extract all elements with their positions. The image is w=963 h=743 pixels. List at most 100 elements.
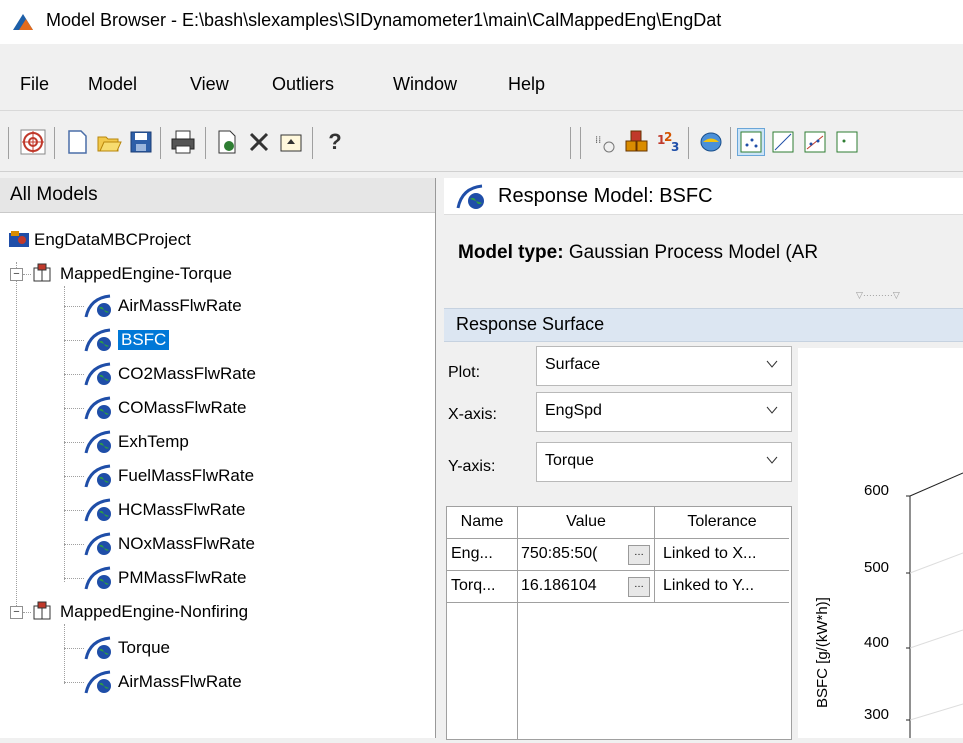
- tree-item-label: ExhTemp: [118, 432, 189, 451]
- tree-item-comassflwrate[interactable]: COMassFlwRate: [64, 396, 424, 420]
- response-model-icon: [84, 532, 111, 556]
- table-cell-tolerance[interactable]: Linked to X...: [655, 539, 789, 571]
- table-cell-name: Torq...: [447, 571, 518, 603]
- tree-item-label: PMMassFlwRate: [118, 568, 247, 587]
- format-icon[interactable]: ⁞⁞: [592, 129, 618, 155]
- x-axis-label: X-axis:: [448, 406, 497, 423]
- y-axis-label: Y-axis:: [448, 458, 496, 475]
- print-icon[interactable]: [170, 129, 196, 155]
- response-model-icon: [84, 362, 111, 386]
- tree-group-nonfiring[interactable]: − MappedEngine-Nonfiring: [10, 600, 430, 624]
- new-icon[interactable]: [64, 129, 90, 155]
- tree-item-label: AirMassFlwRate: [118, 296, 242, 315]
- tree-item-label: FuelMassFlwRate: [118, 466, 255, 485]
- target-icon[interactable]: [20, 129, 46, 155]
- menu-window[interactable]: Window: [393, 74, 457, 95]
- table-cell-name: Eng...: [447, 539, 518, 571]
- numbers-icon[interactable]: 1 2 3: [656, 129, 682, 155]
- column-header-tolerance[interactable]: Tolerance: [655, 507, 789, 539]
- chevron-down-icon: [766, 360, 778, 368]
- tree-item-label: COMassFlwRate: [118, 398, 247, 417]
- edit-doc-icon[interactable]: [214, 129, 240, 155]
- blocks-icon[interactable]: [624, 129, 650, 155]
- group-label: MappedEngine-Nonfiring: [60, 602, 249, 621]
- response-model-icon: [84, 464, 111, 488]
- project-label: EngDataMBCProject: [34, 230, 191, 249]
- save-icon[interactable]: [128, 129, 154, 155]
- tree-item-airmassflwrate[interactable]: AirMassFlwRate: [64, 294, 424, 318]
- response-surface-title: Response Surface: [456, 314, 605, 334]
- model-type-label: Model type:: [458, 242, 564, 263]
- help-icon[interactable]: ?: [322, 129, 348, 155]
- window-title: Model Browser - E:\bash\slexamples\SIDyn…: [46, 10, 722, 30]
- table-cell-value[interactable]: 16.186104 …: [518, 571, 655, 603]
- plot-type-select[interactable]: Surface: [536, 346, 792, 386]
- response-model-icon: [84, 636, 111, 660]
- delete-icon[interactable]: [246, 129, 272, 155]
- plot-label: Plot:: [448, 364, 481, 381]
- test-plan-icon: [33, 601, 51, 620]
- tree-item-label: AirMassFlwRate: [118, 672, 242, 691]
- table-cell-tolerance[interactable]: Linked to Y...: [655, 571, 789, 603]
- y-tick-label: 600: [864, 482, 890, 499]
- tree-item-label: BSFC: [118, 330, 170, 350]
- menu-help[interactable]: Help: [508, 74, 545, 95]
- diag-view-icon[interactable]: [770, 129, 796, 155]
- y-tick-label: 500: [864, 559, 890, 576]
- response-model-icon: [84, 498, 111, 522]
- chevron-down-icon: [766, 456, 778, 464]
- scatter-more-icon[interactable]: [834, 129, 860, 155]
- column-header-name[interactable]: Name: [447, 507, 518, 539]
- tree-item-fuelmassflwrate[interactable]: FuelMassFlwRate: [64, 464, 424, 488]
- plot-type-value: Surface: [545, 356, 601, 373]
- line-view-icon[interactable]: [802, 129, 828, 155]
- response-header: Response Model: BSFC: [444, 178, 963, 215]
- menu-bar: File Model View Outliers Window Help: [0, 70, 963, 100]
- response-model-icon: [84, 328, 111, 352]
- tree-item-bsfc[interactable]: BSFC: [64, 328, 424, 352]
- column-header-value[interactable]: Value: [518, 507, 655, 539]
- collapse-icon[interactable]: −: [10, 268, 23, 281]
- tree-item-torque[interactable]: Torque: [64, 636, 424, 660]
- response-surface-header: Response Surface: [444, 308, 963, 342]
- svg-text:⁞⁞: ⁞⁞: [595, 135, 601, 146]
- layers-icon[interactable]: [698, 129, 724, 155]
- splitter-handle[interactable]: ▽··········▽: [856, 290, 926, 300]
- project-icon: [9, 231, 29, 247]
- tree-item-hcmassflwrate[interactable]: HCMassFlwRate: [64, 498, 424, 522]
- menu-file[interactable]: File: [20, 74, 49, 95]
- tree-item-pmmassflwrate[interactable]: PMMassFlwRate: [64, 566, 424, 590]
- y-axis-select[interactable]: Torque: [536, 442, 792, 482]
- tree-item-label: Torque: [118, 638, 170, 657]
- tree-item-label: HCMassFlwRate: [118, 500, 246, 519]
- response-model-panel: Response Model: BSFC Model type: Gaussia…: [444, 178, 963, 740]
- up-folder-icon[interactable]: [278, 129, 304, 155]
- table-cell-value[interactable]: 750:85:50( …: [518, 539, 655, 571]
- y-axis-title: BSFC [g/(kW*h)]: [814, 597, 831, 708]
- response-model-icon: [84, 294, 111, 318]
- x-axis-value: EngSpd: [545, 402, 602, 419]
- tree-item-co2massflwrate[interactable]: CO2MassFlwRate: [64, 362, 424, 386]
- tree-item-airmassflwrate[interactable]: AirMassFlwRate: [64, 670, 424, 694]
- chevron-down-icon: [766, 406, 778, 414]
- tree-item-noxmassflwrate[interactable]: NOxMassFlwRate: [64, 532, 424, 556]
- menu-view[interactable]: View: [190, 74, 229, 95]
- panel-splitter[interactable]: [436, 178, 444, 738]
- tree-item-exhtemp[interactable]: ExhTemp: [64, 430, 424, 454]
- model-tree-panel: All Models EngDataMBCProject − MappedEng…: [0, 178, 436, 738]
- x-axis-select[interactable]: EngSpd: [536, 392, 792, 432]
- tree-item-label: NOxMassFlwRate: [118, 534, 255, 553]
- collapse-icon[interactable]: −: [10, 606, 23, 619]
- y-tick-label: 300: [864, 706, 890, 723]
- scatter-view-icon[interactable]: [737, 128, 765, 156]
- matlab-app-icon: [13, 14, 33, 30]
- menu-model[interactable]: Model: [88, 74, 137, 95]
- tree-group-torque[interactable]: − MappedEngine-Torque: [10, 262, 430, 286]
- ellipsis-button[interactable]: …: [628, 545, 650, 565]
- response-model-icon: [84, 670, 111, 694]
- tree-project[interactable]: EngDataMBCProject: [8, 228, 428, 252]
- tree-header-label: All Models: [10, 184, 98, 205]
- ellipsis-button[interactable]: …: [628, 577, 650, 597]
- open-icon[interactable]: [96, 129, 122, 155]
- menu-outliers[interactable]: Outliers: [272, 74, 334, 95]
